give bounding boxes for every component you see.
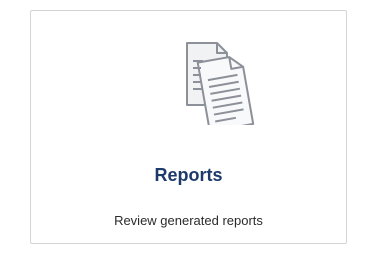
document-stack-icon [186,42,255,125]
card-description: Review generated reports [114,213,263,228]
card-title: Reports [154,165,223,185]
page: Reports Review generated reports [0,0,369,268]
reports-card[interactable]: Reports Review generated reports [30,10,347,244]
